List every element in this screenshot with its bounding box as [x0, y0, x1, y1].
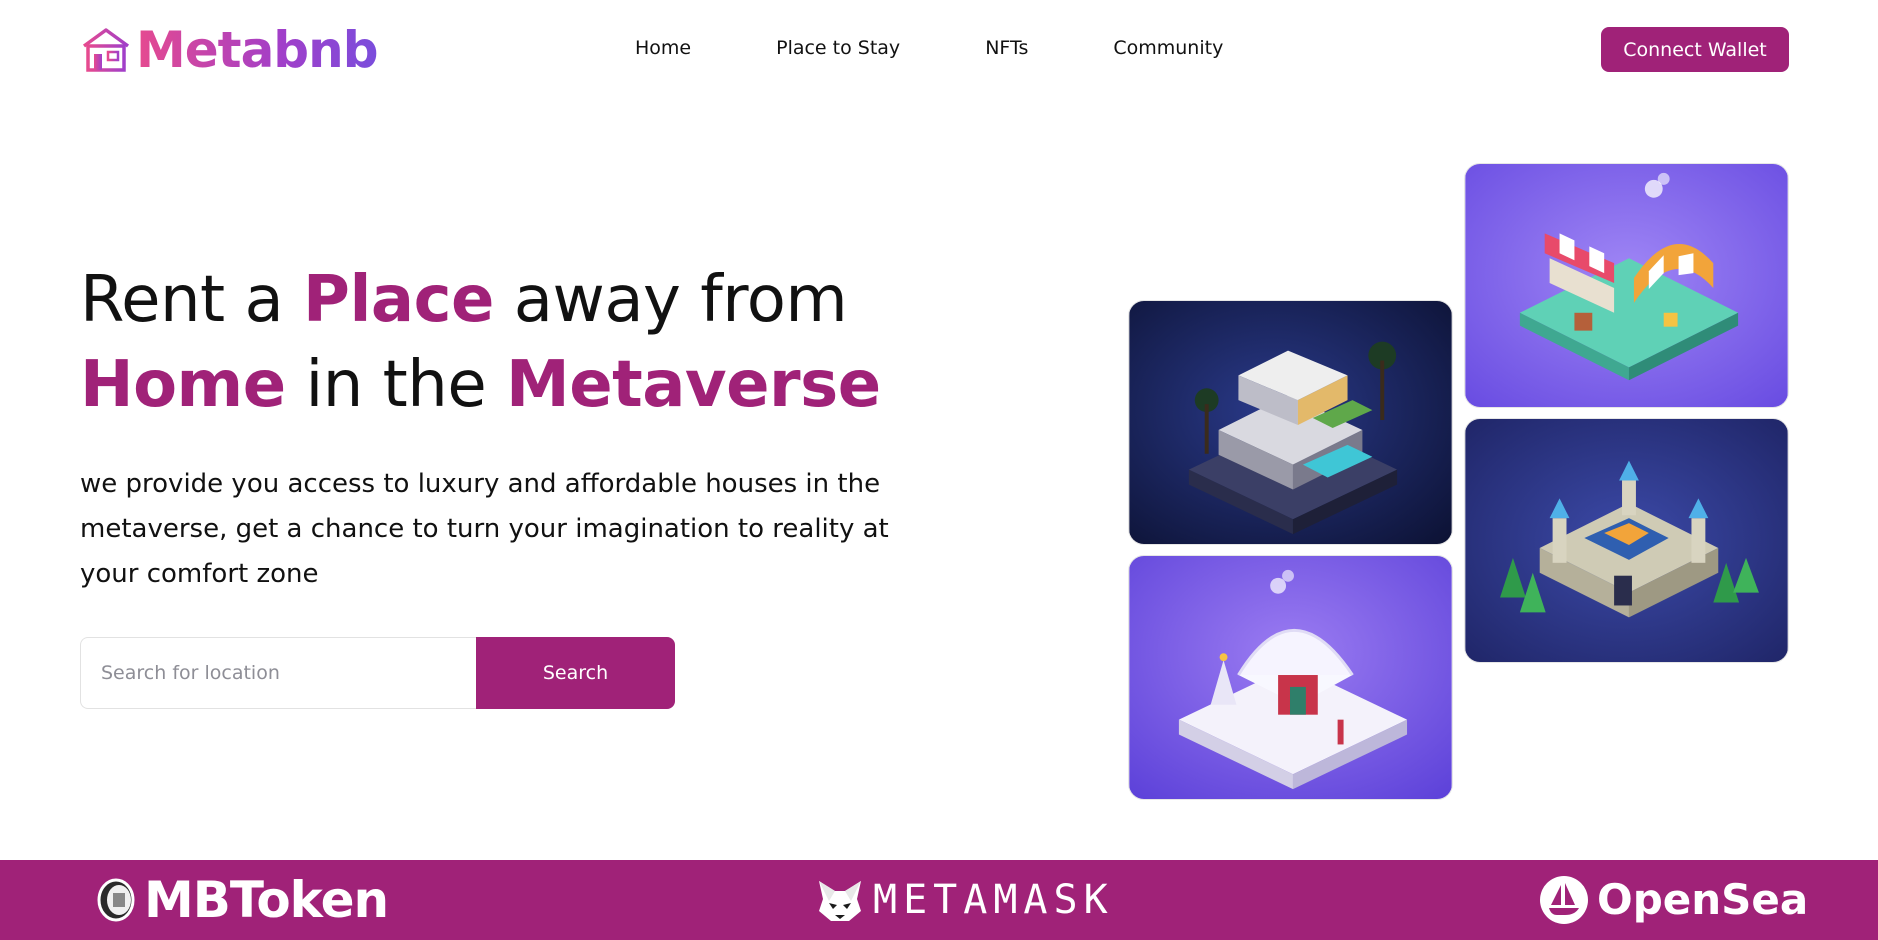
house-icon [82, 28, 130, 72]
mbtoken-coin-icon [97, 878, 135, 922]
partner-opensea[interactable]: OpenSea [1539, 872, 1808, 928]
search-form: Search [80, 637, 675, 709]
top-nav: Metabnb Home Place to Stay NFTs Communit… [0, 0, 1878, 100]
nav-community[interactable]: Community [1113, 37, 1223, 59]
hero-title-accent: Home [80, 348, 286, 422]
partner-name: OpenSea [1597, 875, 1809, 924]
brand-name: Metabnb [136, 21, 378, 79]
partner-name: MBToken [144, 871, 389, 929]
nft-card-villa[interactable] [1128, 300, 1453, 545]
opensea-boat-icon [1540, 876, 1588, 924]
hero-title-part: Rent a [80, 263, 304, 337]
partner-name: METAMASK [873, 877, 1114, 923]
nft-card-cottage[interactable] [1128, 555, 1453, 800]
nft-card-castle[interactable] [1464, 418, 1789, 663]
fox-icon [819, 881, 861, 921]
nav-home[interactable]: Home [635, 37, 691, 59]
hero-title: Rent a Place away from Home in the Metav… [80, 258, 940, 428]
search-button[interactable]: Search [476, 637, 675, 709]
hero-title-accent: Metaverse [506, 348, 881, 422]
partners-bar: MBToken METAMASK OpenSea [0, 860, 1878, 940]
castle-icon [1465, 419, 1788, 662]
snow-cottage-icon [1129, 556, 1452, 799]
main-menu: Home Place to Stay NFTs Community [635, 37, 1223, 59]
nft-card-market[interactable] [1464, 163, 1789, 408]
hero-title-accent: Place [303, 263, 494, 337]
modern-villa-icon [1129, 301, 1452, 544]
connect-wallet-button[interactable]: Connect Wallet [1601, 27, 1789, 72]
market-stall-icon [1465, 164, 1788, 407]
hero-title-part: in the [285, 348, 507, 422]
partner-metamask[interactable]: METAMASK [815, 872, 1114, 928]
brand-logo[interactable]: Metabnb [80, 21, 378, 79]
nav-nfts[interactable]: NFTs [985, 37, 1028, 59]
partner-mbtoken[interactable]: MBToken [96, 871, 389, 929]
search-input[interactable] [80, 637, 476, 709]
hero-title-part: away from [493, 263, 848, 337]
hero-description: we provide you access to luxury and affo… [80, 469, 889, 589]
nav-place-to-stay[interactable]: Place to Stay [776, 37, 900, 59]
